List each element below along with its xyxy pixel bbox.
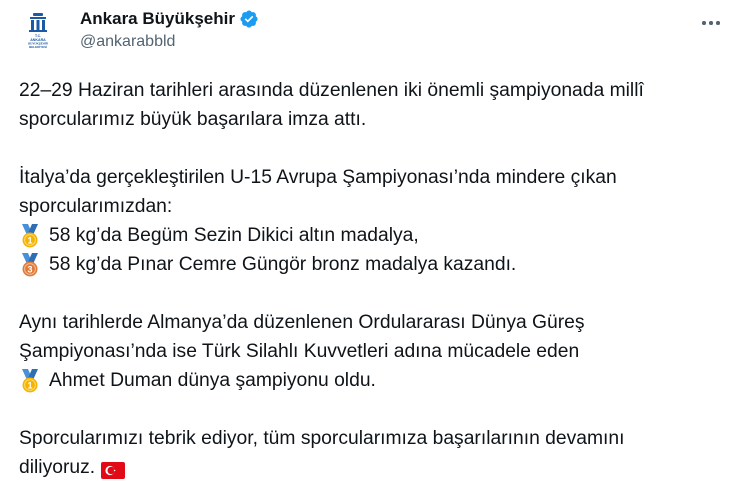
text-line: İtalya’da gerçekleştirilen U-15 Avrupa Ş… <box>19 163 731 192</box>
text-line: 1 Ahmet Duman dünya şampiyonu oldu. <box>19 366 731 395</box>
text-line: 1 58 kg’da Begüm Sezin Dikici altın madal… <box>19 221 731 250</box>
display-name[interactable]: Ankara Büyükşehir <box>80 9 235 29</box>
text-line: 22–29 Haziran tarihleri arasında düzenle… <box>19 76 731 105</box>
line-text: Sporcularımızı tebrik ediyor, tüm sporcu… <box>19 428 625 449</box>
author-info: Ankara Büyükşehir @ankarabbld <box>80 8 259 53</box>
more-dot-icon <box>702 21 706 25</box>
line-text: 58 kg’da Pınar Cemre Güngör bronz madaly… <box>49 254 517 275</box>
post-paragraph: Aynı tarihlerde Almanya’da düzenlenen Or… <box>19 308 731 395</box>
line-text: sporcularımızdan: <box>19 196 173 217</box>
post-paragraph: 22–29 Haziran tarihleri arasında düzenle… <box>19 76 731 134</box>
text-line: sporcularımızdan: <box>19 192 731 221</box>
text-line: Şampiyonası’nda ise Türk Silahlı Kuvvetl… <box>19 337 731 366</box>
svg-text:1: 1 <box>27 235 32 245</box>
line-text: 22–29 Haziran tarihleri arasında düzenle… <box>19 80 644 101</box>
handle[interactable]: @ankarabbld <box>80 33 259 53</box>
post-paragraph: Sporcularımızı tebrik ediyor, tüm sporcu… <box>19 424 731 482</box>
post-paragraph: İtalya’da gerçekleştirilen U-15 Avrupa Ş… <box>19 163 731 279</box>
text-line: Aynı tarihlerde Almanya’da düzenlenen Or… <box>19 308 731 337</box>
svg-text:1: 1 <box>27 380 32 390</box>
line-text: diliyoruz. <box>19 457 96 478</box>
line-text: İtalya’da gerçekleştirilen U-15 Avrupa Ş… <box>19 167 617 188</box>
line-text: 58 kg’da Begüm Sezin Dikici altın madaly… <box>49 225 419 246</box>
gold-medal-icon: 1 <box>19 223 41 248</box>
post-header: T.C. ANKARA BÜYÜKŞEHİR BELEDİYESİ Ankara… <box>16 6 726 58</box>
line-text: Aynı tarihlerde Almanya’da düzenlenen Or… <box>19 312 585 333</box>
text-line: Sporcularımızı tebrik ediyor, tüm sporcu… <box>19 424 731 453</box>
ankara-logo-icon: T.C. ANKARA BÜYÜKŞEHİR BELEDİYESİ <box>28 13 49 49</box>
more-dot-icon <box>709 21 713 25</box>
line-text: sporcularımız büyük başarılara imza attı… <box>19 109 367 130</box>
svg-text:BELEDİYESİ: BELEDİYESİ <box>29 44 47 49</box>
verified-badge-icon[interactable] <box>239 9 259 29</box>
line-text: Şampiyonası’nda ise Türk Silahlı Kuvvetl… <box>19 341 580 362</box>
line-text: Ahmet Duman dünya şampiyonu oldu. <box>49 370 376 391</box>
more-options-button[interactable] <box>698 12 724 34</box>
bronze-medal-icon: 3 <box>19 252 41 277</box>
text-line: diliyoruz. <box>19 453 731 482</box>
text-line: 3 58 kg’da Pınar Cemre Güngör bronz madal… <box>19 250 731 279</box>
turkey-flag-icon <box>101 459 126 479</box>
svg-text:3: 3 <box>27 264 32 274</box>
gold-medal-icon: 1 <box>19 368 41 393</box>
more-dot-icon <box>716 21 720 25</box>
avatar[interactable]: T.C. ANKARA BÜYÜKŞEHİR BELEDİYESİ <box>16 8 60 52</box>
text-line: sporcularımız büyük başarılara imza attı… <box>19 105 731 134</box>
post-text: 22–29 Haziran tarihleri arasında düzenle… <box>19 76 731 482</box>
